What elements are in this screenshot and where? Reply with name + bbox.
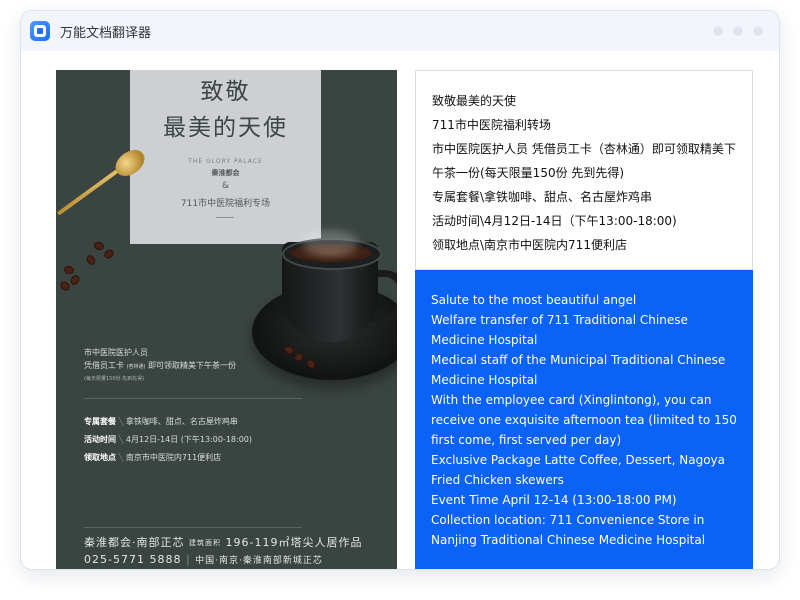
coffee-bean-icon [85,253,97,267]
coffee-bean-icon [63,265,75,275]
poster-body-2a: 凭借员工卡 [84,361,124,370]
translation-line: With the employee card (Xinglintong), yo… [431,393,737,447]
document-preview: 致敬 最美的天使 THE GLORY PALACE 秦淮都会 & 711市中医院… [56,70,397,569]
poster-subtitle: 711市中医院福利专场 [180,199,271,209]
poster-body-1: 市中医院医护人员 [84,348,148,357]
translation-line: Salute to the most beautiful angel [431,293,637,307]
poster-row-package-value: 拿铁咖啡、甜点、名古屋炸鸡串 [125,417,238,426]
poster-row-place-value: 南京市中医院内711便利店 [125,453,222,462]
translation-line: Collection location: 711 Convenience Sto… [431,513,706,547]
poster-chinese-small: 秦淮都会 [211,169,240,177]
poster-row-time-value: 4月12日-14日 (下午13:00-18:00) [125,435,253,444]
source-line: 专属套餐\拿铁咖啡、甜点、名古屋炸鸡串 [432,190,653,204]
source-line: 活动时间\4月12日-14日（下午13:00-18:00) [432,214,677,228]
poster-card-divider [216,217,234,218]
poster-row-time-label: 活动时间 [84,435,116,444]
poster-footer-sq-label: 建筑面积 [189,539,221,547]
translation-panel[interactable]: Salute to the most beautiful angel Welfa… [415,270,753,569]
poster-english-small: THE GLORY PALACE [188,158,263,165]
poster-title-card: 致敬 最美的天使 THE GLORY PALACE 秦淮都会 & 711市中医院… [130,70,321,244]
source-text-panel[interactable]: 致敬最美的天使 711市中医院福利转场 市中医院医护人员 凭借员工卡（杏林通）即… [415,70,753,270]
app-window: 万能文档翻译器 致敬 最美的天使 THE GLORY PALACE 秦淮都会 &… [20,10,780,570]
coffee-bean-icon [92,240,106,252]
close-dot-icon[interactable] [753,26,763,36]
poster-footer-area: 196-119㎡塔尖人居作品 [225,536,363,549]
window-controls [713,26,763,36]
poster-footer-phone: 025-5771 5888 [84,553,182,566]
poster-row-time: 活动时间 ╲ 4月12日-14日 (下午13:00-18:00) [84,435,253,444]
coffee-bean-icon [68,273,82,287]
poster-row-place: 领取地点 ╲ 南京市中医院内711便利店 [84,453,222,462]
poster-headline-line-1: 致敬 [200,79,251,105]
poster-body-2c: 即可领取精美下午茶一份 [148,361,236,370]
translation-line: Exclusive Package Latte Coffee, Dessert,… [431,453,725,487]
source-line: 市中医院医护人员 凭借员工卡（杏林通）即可领取精美下 [432,142,736,156]
title-bar[interactable]: 万能文档翻译器 [21,11,779,51]
poster-footer-address: 中国·南京·秦淮南部新城正芯 [195,556,323,566]
steam-illustration [302,230,358,256]
poster-row-package: 专属套餐 ╲ 拿铁咖啡、甜点、名古屋炸鸡串 [84,417,238,426]
poster-row-place-label: 领取地点 [84,453,116,462]
maximize-dot-icon[interactable] [733,26,743,36]
poster-headline: 致敬 最美的天使 [130,70,321,142]
app-title: 万能文档翻译器 [60,26,152,41]
source-line: 领取地点\南京市中医院内711便利店 [432,238,627,252]
app-logo-icon [30,21,50,41]
poster-headline-line-2: 最美的天使 [163,115,288,141]
source-line: 711市中医院福利转场 [432,118,551,132]
translation-line: Medical staff of the Municipal Tradition… [431,353,726,387]
poster-ampersand: & [221,181,230,191]
poster-body-3: (每天限量150份 先到先得) [84,376,145,382]
poster-footer-line-2: 025-5771 5888 | 中国·南京·秦淮南部新城正芯 [84,553,323,566]
spoon-illustration [56,168,120,216]
source-line: 致敬最美的天使 [432,94,517,108]
minimize-dot-icon[interactable] [713,26,723,36]
translation-line: Event Time April 12-14 (13:00-18:00 PM) [431,493,677,507]
poster-body-2: 凭借员工卡 (杏林通) 即可领取精美下午茶一份 [84,360,236,371]
poster-divider [84,398,302,399]
poster-footer-divider [84,527,302,528]
poster-body-2b: (杏林通) [126,364,146,370]
poster-footer-name: 秦淮都会·南部正芯 [84,536,185,549]
poster-row-package-label: 专属套餐 [84,417,116,426]
source-line: 午茶一份(每天限量150份 先到先得) [432,166,625,180]
poster-footer-line-1: 秦淮都会·南部正芯 建筑面积 196-119㎡塔尖人居作品 [84,534,362,550]
translation-line: Welfare transfer of 711 Traditional Chin… [431,313,688,347]
coffee-bean-icon [102,248,116,260]
